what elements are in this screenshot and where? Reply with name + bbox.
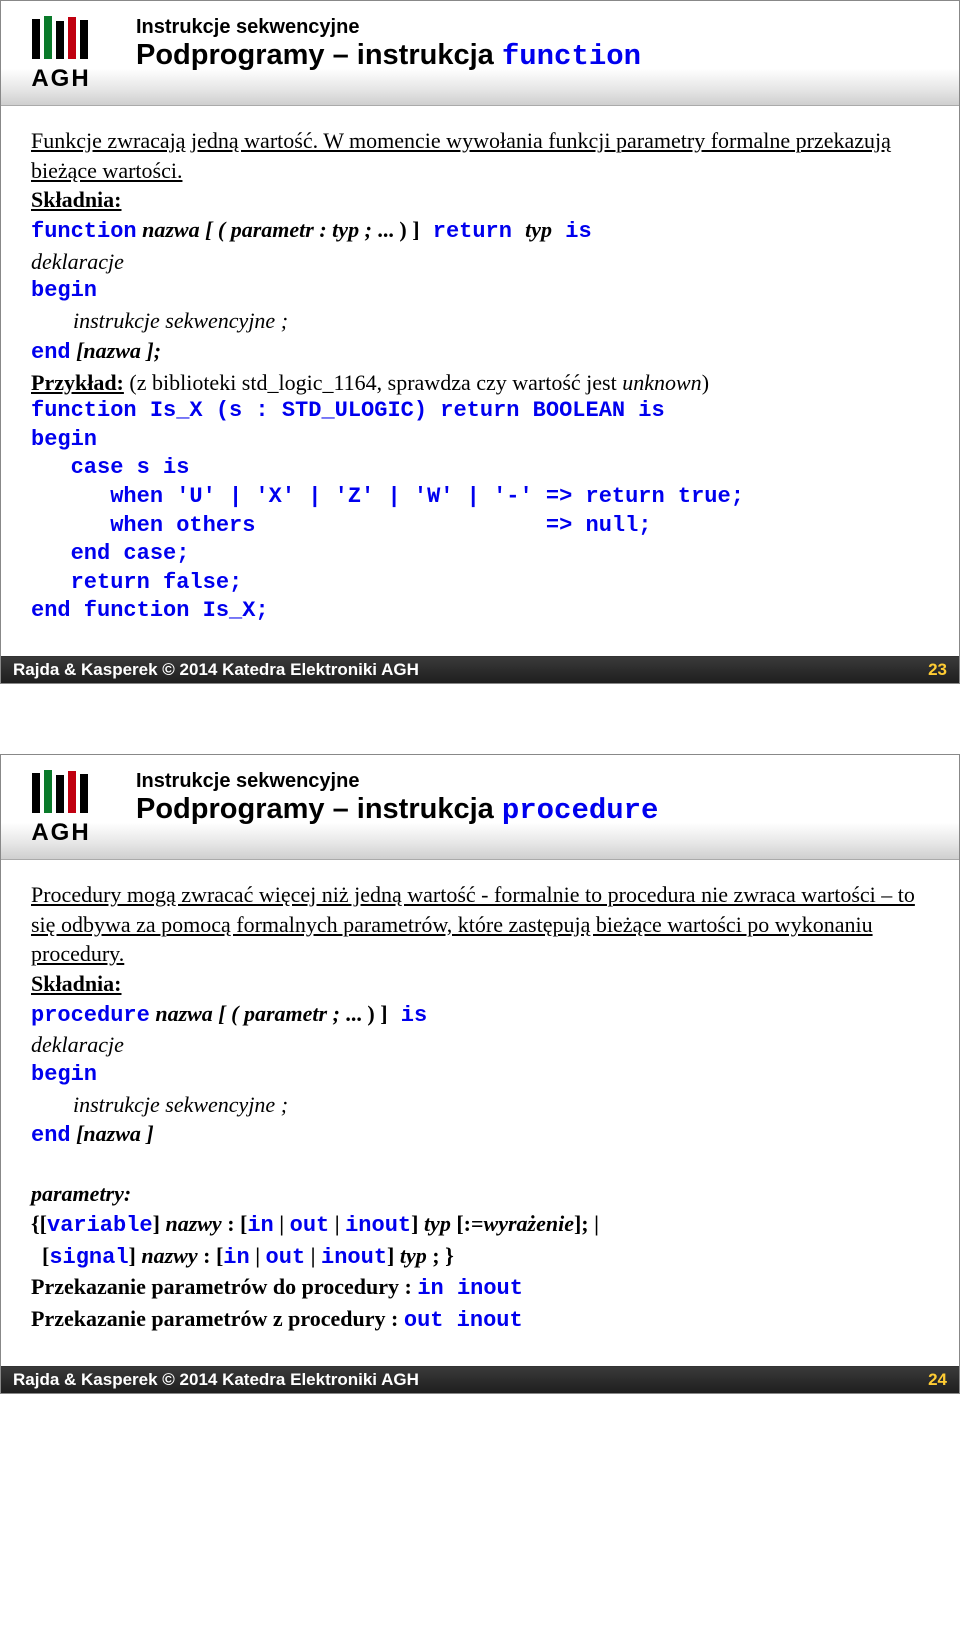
text: wyrażenie	[484, 1211, 574, 1236]
syntax-line-begin: begin	[31, 1060, 929, 1090]
header-pretitle: Instrukcje sekwencyjne	[136, 770, 658, 793]
syntax-line-1: function nazwa [ ( parametr : typ ; ... …	[31, 215, 929, 247]
syntax-text: nazwa [ ( parametr ;	[150, 1001, 340, 1026]
text: ]; |	[574, 1211, 599, 1236]
text: nazwy	[165, 1211, 221, 1236]
title-text: Podprogramy – instrukcja	[136, 39, 502, 71]
page-number: 24	[928, 1370, 947, 1390]
intro-text: Procedury mogą zwracać więcej niż jedną …	[31, 880, 929, 969]
text: typ	[400, 1243, 427, 1268]
title-keyword: procedure	[502, 794, 659, 827]
logo-text: AGH	[11, 65, 111, 93]
syntax-line-body: instrukcje sekwencyjne ;	[31, 1090, 929, 1120]
syntax-text: nazwa [ ( parametr : typ ;	[137, 217, 372, 242]
example-desc: (z biblioteki std_logic_1164, sprawdza c…	[124, 370, 622, 395]
syntax-line-1: procedure nazwa [ ( parametr ; ... ) ] i…	[31, 999, 929, 1031]
kw-end: end	[31, 340, 71, 365]
header-pretitle: Instrukcje sekwencyjne	[136, 16, 641, 39]
syntax-line-begin: begin	[31, 276, 929, 306]
syntax-line-decl: deklaracje	[31, 1030, 929, 1060]
slide-23: AGH Instrukcje sekwencyjne Podprogramy –…	[0, 0, 960, 684]
label: Przekazanie parametrów do procedury :	[31, 1274, 417, 1299]
title-keyword: function	[502, 40, 641, 73]
text: ]	[387, 1243, 400, 1268]
text: ]	[411, 1211, 424, 1236]
intro-text: Funkcje zwracają jedną wartość. W momenc…	[31, 126, 929, 185]
slide-header: AGH Instrukcje sekwencyjne Podprogramy –…	[1, 1, 959, 106]
text: |	[274, 1211, 290, 1236]
page-number: 23	[928, 660, 947, 680]
slide-footer: Rajda & Kasperek © 2014 Katedra Elektron…	[1, 656, 959, 683]
agh-logo-icon	[30, 11, 92, 59]
label: Przekazanie parametrów z procedury :	[31, 1306, 404, 1331]
example-code: function Is_X (s : STD_ULOGIC) return BO…	[31, 397, 929, 626]
syntax-text: ... ) ]	[372, 217, 420, 242]
kw-out: out	[290, 1213, 330, 1238]
kw-return: return	[420, 219, 526, 244]
slide-content: Funkcje zwracają jedną wartość. W momenc…	[1, 106, 959, 656]
example-close: )	[702, 370, 709, 395]
syntax-line-decl: deklaracje	[31, 247, 929, 277]
kw-out-inout: out inout	[404, 1308, 523, 1333]
syntax-text: [nazwa ]	[71, 1121, 154, 1146]
params-line-signal: [signal] nazwy : [in | out | inout] typ …	[31, 1241, 929, 1273]
logo: AGH	[11, 11, 111, 93]
text: ]	[153, 1211, 166, 1236]
kw-inout: inout	[345, 1213, 411, 1238]
text: : [	[198, 1243, 224, 1268]
kw-inout: inout	[321, 1245, 387, 1270]
kw-out: out	[266, 1245, 306, 1270]
slide-content: Procedury mogą zwracać więcej niż jedną …	[1, 860, 959, 1366]
title-text: Podprogramy – instrukcja	[136, 793, 502, 825]
example-header: Przykład: (z biblioteki std_logic_1164, …	[31, 368, 929, 398]
pass-out-line: Przekazanie parametrów z procedury : out…	[31, 1304, 929, 1336]
text: nazwy	[141, 1243, 197, 1268]
slide-header: AGH Instrukcje sekwencyjne Podprogramy –…	[1, 755, 959, 860]
kw-function: function	[31, 219, 137, 244]
params-label: parametry:	[31, 1179, 929, 1209]
text: |	[329, 1211, 345, 1236]
text: : [	[222, 1211, 248, 1236]
brace: [	[31, 1243, 49, 1268]
kw-in-inout: in inout	[417, 1276, 523, 1301]
brace: {[	[31, 1211, 47, 1236]
pass-in-line: Przekazanie parametrów do procedury : in…	[31, 1272, 929, 1304]
params-line-variable: {[variable] nazwy : [in | out | inout] t…	[31, 1209, 929, 1241]
kw-is: is	[388, 1003, 428, 1028]
syntax-text: [nazwa ];	[71, 338, 161, 363]
header-title: Podprogramy – instrukcja procedure	[136, 793, 658, 827]
logo: AGH	[11, 765, 111, 847]
kw-procedure: procedure	[31, 1003, 150, 1028]
syntax-text: ... ) ]	[340, 1001, 388, 1026]
syntax-line-end: end [nazwa ];	[31, 336, 929, 368]
syntax-label: Składnia:	[31, 185, 929, 215]
syntax-label: Składnia:	[31, 969, 929, 999]
kw-variable: variable	[47, 1213, 153, 1238]
text: ; }	[427, 1243, 454, 1268]
kw-signal: signal	[49, 1245, 128, 1270]
example-label: Przykład:	[31, 370, 124, 395]
slide-24: AGH Instrukcje sekwencyjne Podprogramy –…	[0, 754, 960, 1394]
text: ]	[129, 1243, 142, 1268]
example-unknown: unknown	[622, 370, 701, 395]
kw-in: in	[223, 1245, 249, 1270]
footer-copyright: Rajda & Kasperek © 2014 Katedra Elektron…	[13, 660, 419, 680]
header-title: Podprogramy – instrukcja function	[136, 39, 641, 73]
syntax-line-body: instrukcje sekwencyjne ;	[31, 306, 929, 336]
kw-in: in	[247, 1213, 273, 1238]
logo-text: AGH	[11, 819, 111, 847]
agh-logo-icon	[30, 765, 92, 813]
footer-copyright: Rajda & Kasperek © 2014 Katedra Elektron…	[13, 1370, 419, 1390]
text: typ	[424, 1211, 451, 1236]
text: |	[250, 1243, 266, 1268]
syntax-text: typ	[525, 217, 552, 242]
kw-is: is	[552, 219, 592, 244]
slide-footer: Rajda & Kasperek © 2014 Katedra Elektron…	[1, 1366, 959, 1393]
text: |	[305, 1243, 321, 1268]
syntax-line-end: end [nazwa ]	[31, 1119, 929, 1151]
kw-end: end	[31, 1123, 71, 1148]
title-area: Instrukcje sekwencyjne Podprogramy – ins…	[111, 11, 641, 73]
title-area: Instrukcje sekwencyjne Podprogramy – ins…	[111, 765, 658, 827]
text: [:=	[451, 1211, 484, 1236]
